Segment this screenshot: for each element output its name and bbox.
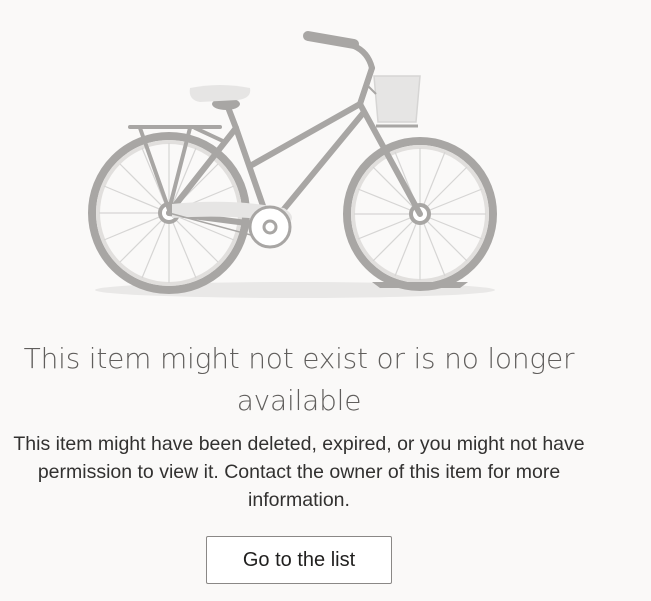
handlebar — [303, 31, 375, 71]
basket — [365, 75, 421, 128]
error-page: This item might not exist or is no longe… — [0, 0, 651, 601]
go-to-list-button[interactable]: Go to the list — [206, 536, 392, 584]
error-title: This item might not exist or is no longe… — [23, 342, 575, 417]
error-description: This item might have been deleted, expir… — [13, 433, 585, 511]
saddle — [189, 85, 251, 102]
crank — [248, 205, 292, 249]
bicycle-illustration-icon — [88, 31, 497, 298]
